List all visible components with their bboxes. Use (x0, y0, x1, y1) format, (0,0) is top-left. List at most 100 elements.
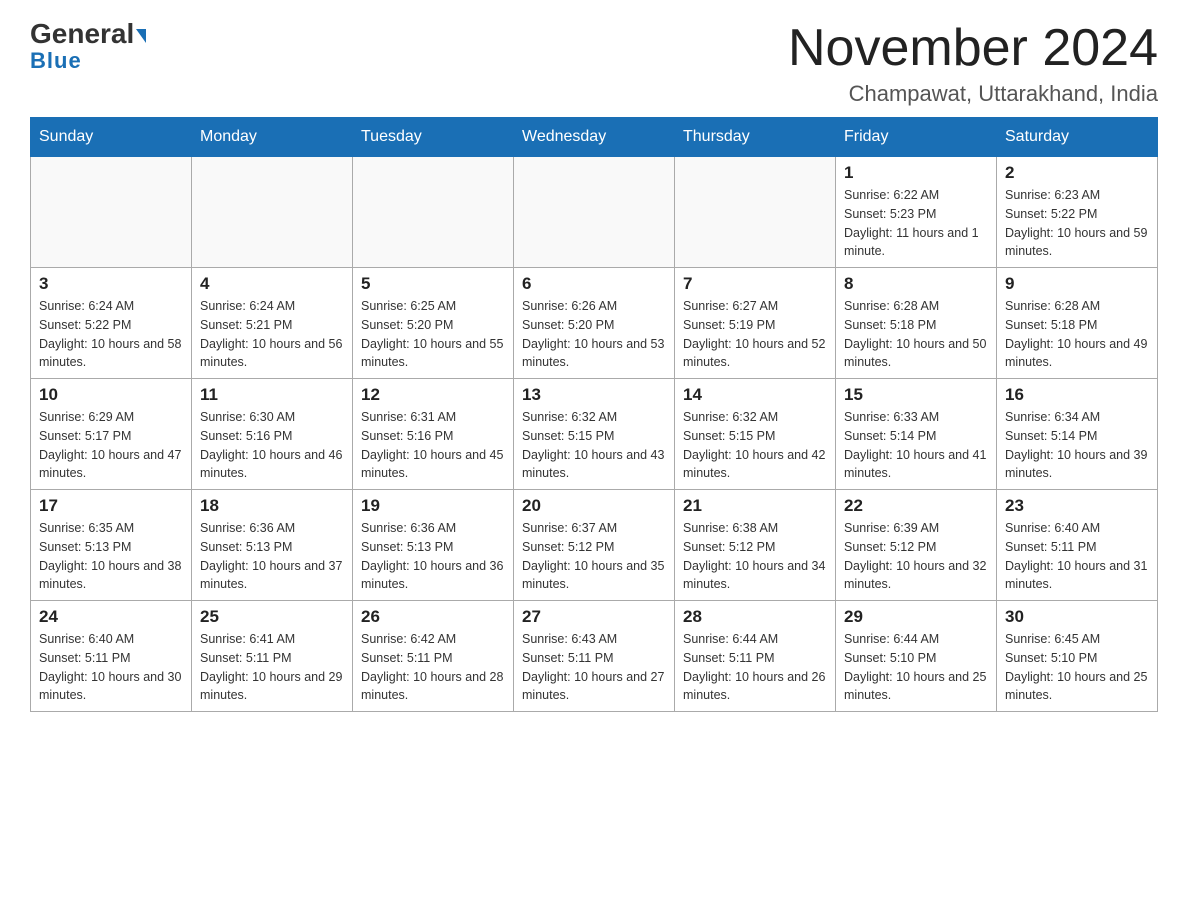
day-number: 25 (200, 607, 344, 627)
calendar-cell: 13Sunrise: 6:32 AM Sunset: 5:15 PM Dayli… (514, 379, 675, 490)
calendar-cell: 20 Sunrise: 6:37 AM Sunset: 5:12 PM Dayli… (514, 490, 675, 601)
day-number: 22 (844, 496, 988, 516)
day-number: 11 (200, 385, 344, 405)
calendar-table: SundayMondayTuesdayWednesdayThursdayFrid… (30, 117, 1158, 712)
day-info: Sunrise: 6:25 AM Sunset: 5:20 PM Dayligh… (361, 297, 505, 372)
day-number: 24 (39, 607, 183, 627)
day-info: Sunrise: 6:37 AM Sunset: 5:12 PM Dayligh… (522, 519, 666, 594)
calendar-week-row: 3 Sunrise: 6:24 AM Sunset: 5:22 PM Daylig… (31, 268, 1158, 379)
calendar-cell: 24 Sunrise: 6:40 AM Sunset: 5:11 PM Dayli… (31, 601, 192, 712)
calendar-week-row: 10 Sunrise: 6:29 AM Sunset: 5:17 PM Dayli… (31, 379, 1158, 490)
day-info: Sunrise: 6:43 AM Sunset: 5:11 PM Dayligh… (522, 630, 666, 705)
day-info: Sunrise: 6:24 AM Sunset: 5:21 PM Dayligh… (200, 297, 344, 372)
logo-blue: Blue (30, 48, 82, 74)
calendar-cell: 16 Sunrise: 6:34 AM Sunset: 5:14 PM Dayli… (997, 379, 1158, 490)
day-info: Sunrise: 6:36 AM Sunset: 5:13 PM Dayligh… (361, 519, 505, 594)
day-number: 10 (39, 385, 183, 405)
calendar-cell: 17 Sunrise: 6:35 AM Sunset: 5:13 PM Dayli… (31, 490, 192, 601)
weekday-header-sunday: Sunday (31, 118, 192, 157)
calendar-cell: 15 Sunrise: 6:33 AM Sunset: 5:14 PM Dayli… (836, 379, 997, 490)
title-area: November 2024 Champawat, Uttarakhand, In… (788, 20, 1158, 107)
weekday-header-friday: Friday (836, 118, 997, 157)
day-info: Sunrise: 6:23 AM Sunset: 5:22 PM Dayligh… (1005, 186, 1149, 261)
day-number: 5 (361, 274, 505, 294)
day-number: 3 (39, 274, 183, 294)
weekday-header-monday: Monday (192, 118, 353, 157)
calendar-cell (353, 157, 514, 268)
day-info: Sunrise: 6:34 AM Sunset: 5:14 PM Dayligh… (1005, 408, 1149, 483)
day-number: 16 (1005, 385, 1149, 405)
day-number: 9 (1005, 274, 1149, 294)
day-number: 1 (844, 163, 988, 183)
day-info: Sunrise: 6:28 AM Sunset: 5:18 PM Dayligh… (844, 297, 988, 372)
weekday-header-wednesday: Wednesday (514, 118, 675, 157)
day-number: 18 (200, 496, 344, 516)
calendar-cell: 14 Sunrise: 6:32 AM Sunset: 5:15 PM Dayli… (675, 379, 836, 490)
day-number: 14 (683, 385, 827, 405)
day-number: 19 (361, 496, 505, 516)
day-number: 27 (522, 607, 666, 627)
day-info: Sunrise: 6:44 AM Sunset: 5:10 PM Dayligh… (844, 630, 988, 705)
day-info: Sunrise: 6:35 AM Sunset: 5:13 PM Dayligh… (39, 519, 183, 594)
day-info: Sunrise: 6:33 AM Sunset: 5:14 PM Dayligh… (844, 408, 988, 483)
day-info: Sunrise: 6:32 AM Sunset: 5:15 PM Dayligh… (683, 408, 827, 483)
day-number: 20 (522, 496, 666, 516)
calendar-week-row: 17 Sunrise: 6:35 AM Sunset: 5:13 PM Dayli… (31, 490, 1158, 601)
calendar-cell: 7 Sunrise: 6:27 AM Sunset: 5:19 PM Daylig… (675, 268, 836, 379)
day-number: 28 (683, 607, 827, 627)
calendar-cell: 23 Sunrise: 6:40 AM Sunset: 5:11 PM Dayli… (997, 490, 1158, 601)
day-number: 29 (844, 607, 988, 627)
calendar-cell: 29 Sunrise: 6:44 AM Sunset: 5:10 PM Dayli… (836, 601, 997, 712)
day-info: Sunrise: 6:31 AM Sunset: 5:16 PM Dayligh… (361, 408, 505, 483)
weekday-header-tuesday: Tuesday (353, 118, 514, 157)
calendar-cell: 27 Sunrise: 6:43 AM Sunset: 5:11 PM Dayli… (514, 601, 675, 712)
calendar-cell: 18 Sunrise: 6:36 AM Sunset: 5:13 PM Dayli… (192, 490, 353, 601)
calendar-cell: 28 Sunrise: 6:44 AM Sunset: 5:11 PM Dayli… (675, 601, 836, 712)
day-number: 26 (361, 607, 505, 627)
calendar-cell: 1 Sunrise: 6:22 AM Sunset: 5:23 PM Daylig… (836, 157, 997, 268)
calendar-week-row: 1 Sunrise: 6:22 AM Sunset: 5:23 PM Daylig… (31, 157, 1158, 268)
calendar-cell: 21 Sunrise: 6:38 AM Sunset: 5:12 PM Dayli… (675, 490, 836, 601)
calendar-week-row: 24 Sunrise: 6:40 AM Sunset: 5:11 PM Dayli… (31, 601, 1158, 712)
day-number: 17 (39, 496, 183, 516)
day-info: Sunrise: 6:22 AM Sunset: 5:23 PM Dayligh… (844, 186, 988, 261)
calendar-cell: 11 Sunrise: 6:30 AM Sunset: 5:16 PM Dayli… (192, 379, 353, 490)
day-info: Sunrise: 6:29 AM Sunset: 5:17 PM Dayligh… (39, 408, 183, 483)
calendar-cell: 25Sunrise: 6:41 AM Sunset: 5:11 PM Dayli… (192, 601, 353, 712)
day-info: Sunrise: 6:27 AM Sunset: 5:19 PM Dayligh… (683, 297, 827, 372)
day-info: Sunrise: 6:30 AM Sunset: 5:16 PM Dayligh… (200, 408, 344, 483)
logo: General Blue (30, 20, 146, 74)
day-info: Sunrise: 6:32 AM Sunset: 5:15 PM Dayligh… (522, 408, 666, 483)
weekday-header-thursday: Thursday (675, 118, 836, 157)
calendar-cell: 30Sunrise: 6:45 AM Sunset: 5:10 PM Dayli… (997, 601, 1158, 712)
calendar-cell: 3 Sunrise: 6:24 AM Sunset: 5:22 PM Daylig… (31, 268, 192, 379)
day-info: Sunrise: 6:36 AM Sunset: 5:13 PM Dayligh… (200, 519, 344, 594)
day-number: 15 (844, 385, 988, 405)
day-info: Sunrise: 6:39 AM Sunset: 5:12 PM Dayligh… (844, 519, 988, 594)
calendar-cell: 9Sunrise: 6:28 AM Sunset: 5:18 PM Daylig… (997, 268, 1158, 379)
day-number: 6 (522, 274, 666, 294)
day-number: 7 (683, 274, 827, 294)
day-number: 4 (200, 274, 344, 294)
day-info: Sunrise: 6:40 AM Sunset: 5:11 PM Dayligh… (39, 630, 183, 705)
day-number: 30 (1005, 607, 1149, 627)
day-info: Sunrise: 6:24 AM Sunset: 5:22 PM Dayligh… (39, 297, 183, 372)
calendar-cell: 6 Sunrise: 6:26 AM Sunset: 5:20 PM Daylig… (514, 268, 675, 379)
calendar-cell (675, 157, 836, 268)
month-title: November 2024 (788, 20, 1158, 77)
calendar-cell: 4 Sunrise: 6:24 AM Sunset: 5:21 PM Daylig… (192, 268, 353, 379)
day-number: 21 (683, 496, 827, 516)
day-number: 12 (361, 385, 505, 405)
day-info: Sunrise: 6:38 AM Sunset: 5:12 PM Dayligh… (683, 519, 827, 594)
day-info: Sunrise: 6:40 AM Sunset: 5:11 PM Dayligh… (1005, 519, 1149, 594)
day-info: Sunrise: 6:42 AM Sunset: 5:11 PM Dayligh… (361, 630, 505, 705)
day-number: 8 (844, 274, 988, 294)
day-info: Sunrise: 6:26 AM Sunset: 5:20 PM Dayligh… (522, 297, 666, 372)
calendar-cell (192, 157, 353, 268)
calendar-cell (31, 157, 192, 268)
day-number: 2 (1005, 163, 1149, 183)
calendar-cell: 26 Sunrise: 6:42 AM Sunset: 5:11 PM Dayli… (353, 601, 514, 712)
day-info: Sunrise: 6:44 AM Sunset: 5:11 PM Dayligh… (683, 630, 827, 705)
day-number: 23 (1005, 496, 1149, 516)
page-header: General Blue November 2024 Champawat, Ut… (30, 20, 1158, 107)
